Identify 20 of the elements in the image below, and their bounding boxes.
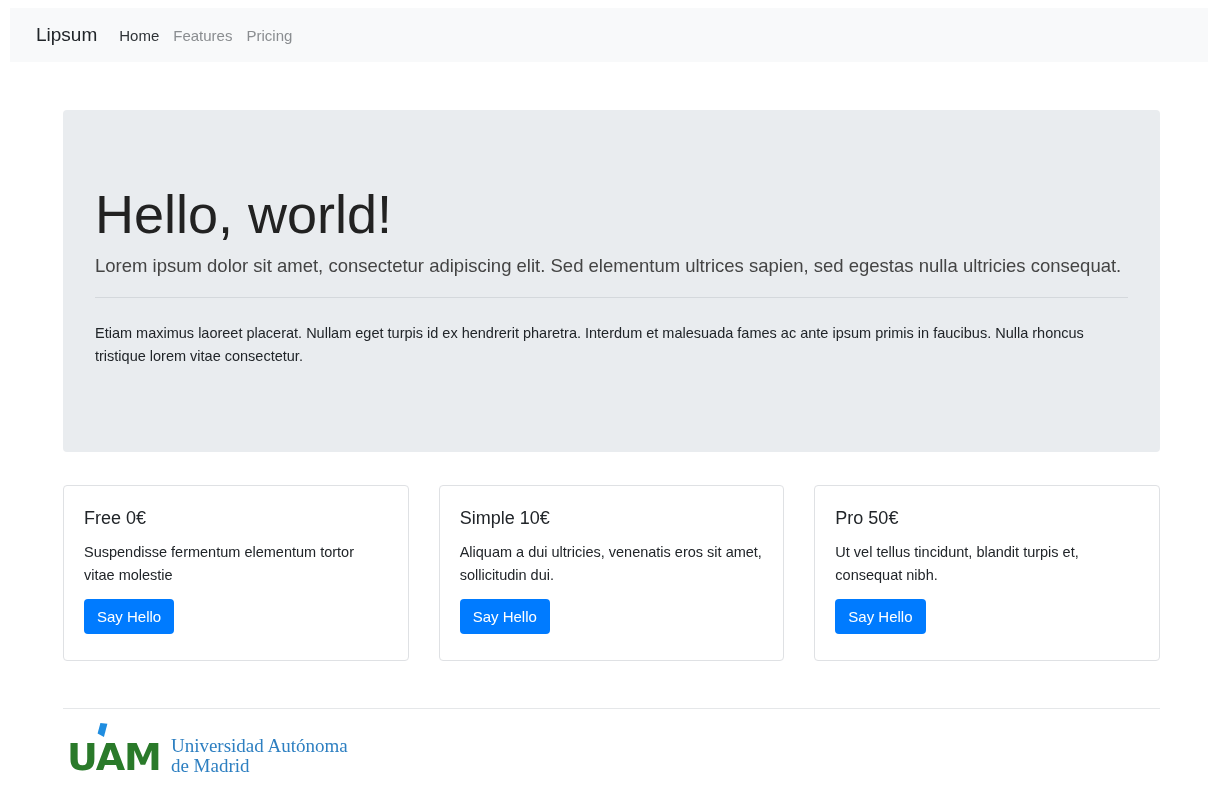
brand-link[interactable]: Lipsum (36, 24, 98, 46)
hero-lead: Lorem ipsum dolor sit amet, consectetur adipiscing elit. Sed elementum ultrices sapien, sed egestas nulla ultricies consequat. (95, 254, 1123, 277)
hero-title: Hello, world! (95, 183, 394, 246)
card-title: Simple 10€ (459, 508, 551, 529)
logo-mark: UAM (67, 738, 161, 776)
card-title: Free 0€ (84, 508, 148, 529)
logo-text: Universidad Autónoma (170, 736, 348, 757)
card-text: Aliquam a dui ultricies, venenatis eros sit amet, sollicitudin dui. (459, 543, 763, 586)
nav-link[interactable]: Home (119, 26, 160, 44)
logo-text: de Madrid (170, 756, 251, 776)
say-hello-button[interactable]: Say Hello (459, 599, 550, 635)
card-text: Suspendisse fermentum elementum tortor vitae molestie (84, 543, 355, 586)
say-hello-button[interactable]: Say Hello (84, 599, 175, 635)
accent-icon (97, 723, 108, 737)
nav-link[interactable]: Pricing (246, 26, 293, 44)
hero-text: Etiam maximus laoreet placerat. Nullam eget turpis id ex hendrerit pharetra. Interdum et malesuada fames ac ante ipsum primis in faucibus. Nulla rhoncus tristique lorem vitae consectetur. (95, 323, 1085, 366)
say-hello-button[interactable]: Say Hello (835, 599, 926, 635)
nav-link[interactable]: Features (173, 26, 233, 44)
card-text: Ut vel tellus tincidunt, blandit turpis et, consequat nibh. (835, 543, 1080, 586)
card-title: Pro 50€ (835, 508, 900, 529)
